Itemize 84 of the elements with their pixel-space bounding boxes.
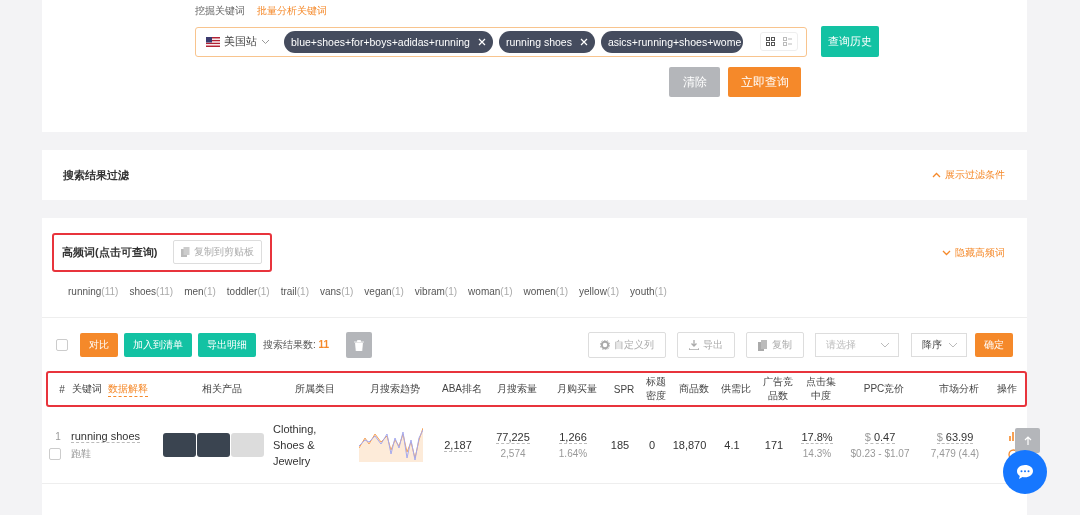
section-title: 搜索结果过滤 — [63, 167, 129, 183]
keyword-tag: running shoes — [498, 30, 595, 53]
download-icon — [689, 340, 699, 350]
result-count-text: 搜索结果数: 11 — [263, 338, 330, 352]
sort-order-select[interactable]: 降序 — [911, 333, 967, 357]
table-cell: 4.1 — [724, 439, 740, 451]
keyword-tag: blue+shoes+for+boys+adidas+running — [284, 30, 493, 53]
column-header: 广告竞品数 — [762, 375, 794, 403]
table-cell-text: Clothing, Shoes & Jewelry — [273, 422, 318, 469]
keyword-link[interactable]: vans(1) — [320, 286, 354, 304]
table-cell: 185 — [610, 439, 630, 451]
column-header: 供需比 — [721, 382, 751, 396]
delete-button[interactable] — [346, 332, 373, 358]
product-photo-placeholder — [231, 433, 264, 457]
column-header: 市场分析 — [939, 382, 979, 396]
column-header: 关键词 — [72, 382, 102, 396]
column-header: # — [59, 383, 65, 395]
keyword-link[interactable]: vegan(1) — [364, 286, 404, 304]
column-header: 所属类目 — [294, 382, 335, 396]
row-checkbox[interactable] — [49, 447, 61, 460]
table-cell: 1,266 — [559, 431, 587, 444]
keyword-tag: asics+running+shoes+wome — [600, 30, 744, 53]
keyword-link[interactable]: running(11) — [68, 286, 119, 304]
list-view-button[interactable] — [783, 37, 792, 46]
column-header: 月搜索趋势 — [369, 382, 420, 396]
column-header: 标题密度 — [645, 375, 667, 403]
table-cell: 14.3% — [802, 448, 832, 459]
arrow-up-icon — [1023, 436, 1032, 445]
back-to-top-button[interactable] — [1015, 428, 1040, 453]
column-header: 点击集中度 — [805, 375, 837, 403]
chevron-down-icon — [948, 342, 958, 348]
site-selector[interactable]: 美国站 — [224, 34, 257, 49]
keyword-link[interactable]: vibram(1) — [414, 286, 458, 304]
chevron-down-icon — [261, 38, 270, 45]
section-title: 高频词(点击可查询) — [62, 244, 158, 260]
gear-icon — [600, 340, 610, 350]
column-header: 相关产品 — [202, 382, 242, 396]
table-cell: $0.23 - $1.07 — [850, 448, 910, 459]
table-cell: 77,225 — [496, 431, 530, 444]
column-header: 商品数 — [678, 382, 709, 396]
table-cell: 0 — [648, 439, 656, 451]
product-photo-placeholder — [197, 433, 230, 457]
table-cell: $ 63.99 — [936, 431, 974, 444]
keyword-link[interactable]: running shoes — [71, 429, 141, 443]
keyword-link[interactable]: women(1) — [523, 286, 569, 304]
table-cell: 171 — [764, 439, 784, 451]
close-icon — [477, 37, 486, 46]
table-cell: 17.8% — [801, 431, 833, 444]
table-cell: 跑鞋 — [71, 446, 91, 461]
keyword-link[interactable]: yellow(1) — [579, 286, 620, 304]
table-cell: 2,574 — [500, 448, 526, 459]
table-cell: 18,870 — [672, 439, 707, 451]
column-header: SPR — [613, 383, 635, 395]
keyword-link[interactable]: trail(1) — [280, 286, 309, 304]
column-header: PPC竞价 — [863, 382, 905, 396]
trash-icon — [354, 339, 365, 351]
row-number: 1 — [55, 430, 61, 442]
product-photo-placeholder — [163, 433, 196, 457]
mode-tab[interactable]: 挖掘关键词 — [195, 4, 245, 26]
column-header: 月搜索量 — [497, 382, 537, 396]
column-header: 月购买量 — [557, 382, 597, 396]
copy-icon — [758, 339, 768, 351]
keyword-link[interactable]: toddler(1) — [226, 286, 270, 304]
chevron-down-icon — [880, 342, 890, 348]
table-cell: 7,479 (4.4) — [930, 448, 980, 459]
keyword-link[interactable]: shoes(11) — [129, 286, 174, 304]
column-header: ABA排名 — [442, 382, 482, 396]
table-cell: 1.64% — [558, 448, 588, 459]
select-all-checkbox[interactable] — [56, 339, 68, 351]
column-header: 操作 — [996, 382, 1017, 396]
copy-icon — [181, 247, 191, 257]
chevron-up-icon — [932, 172, 941, 178]
keyword-link[interactable]: woman(1) — [468, 286, 513, 304]
chat-bubble-icon — [1016, 464, 1034, 480]
close-icon — [579, 37, 588, 46]
table-cell: $ 0.47 — [864, 431, 896, 444]
grid-view-button[interactable] — [766, 37, 775, 46]
keyword-input-box[interactable]: 美国站 blue+shoes+for+boys+adidas+running running shoes asics+running+shoes+wome — [195, 26, 807, 57]
keyword-link[interactable]: men(1) — [184, 286, 216, 304]
trend-sparkline — [358, 428, 423, 462]
keyword-link[interactable]: youth(1) — [630, 286, 667, 304]
us-flag-icon — [206, 36, 220, 47]
table-cell: 2,187 — [444, 438, 472, 452]
chevron-down-icon — [942, 249, 951, 256]
